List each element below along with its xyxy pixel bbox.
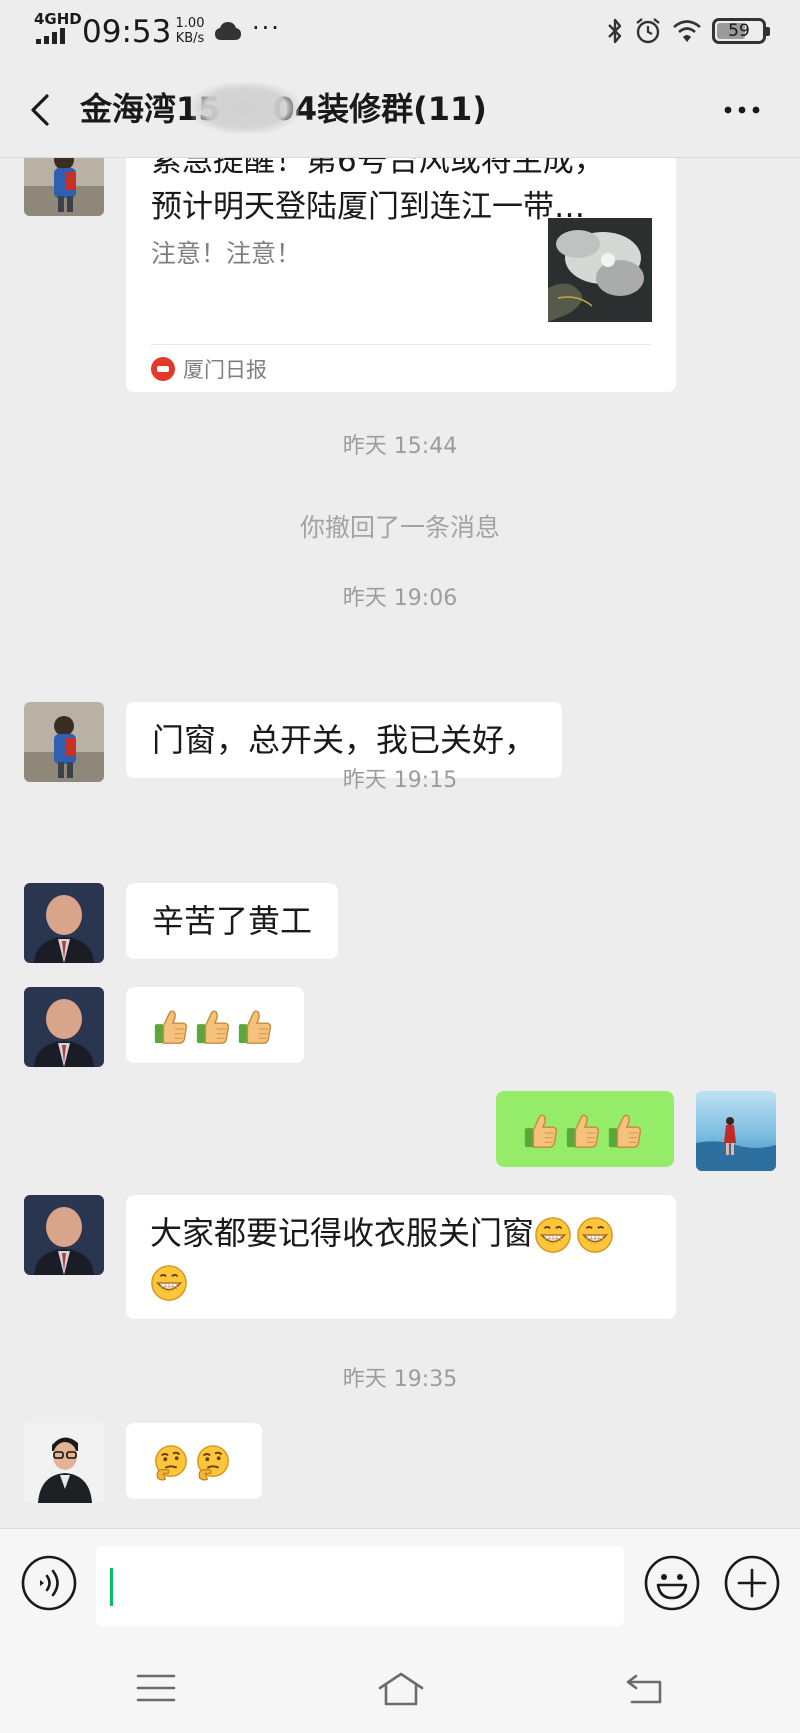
timestamp: 昨天 19:06 — [342, 586, 458, 611]
thumbs-up-icon — [606, 1112, 644, 1150]
my-emoji-message-bubble[interactable] — [496, 1091, 674, 1167]
home-icon[interactable] — [376, 1668, 426, 1708]
redaction-blur — [190, 83, 299, 133]
thumbs-up-icon — [236, 1008, 274, 1046]
system-nav-bar — [0, 1638, 800, 1733]
back-arrow-icon[interactable] — [22, 90, 62, 130]
status-time: 09:53 — [82, 14, 172, 50]
menu-icon[interactable] — [134, 1668, 178, 1708]
message-bubble[interactable]: 辛苦了黄工 — [126, 883, 339, 959]
message-bubble[interactable]: 大家都要记得收衣服关门窗 — [126, 1195, 676, 1319]
status-more: ··· — [252, 14, 281, 42]
thinking-emoji-icon — [194, 1444, 232, 1482]
speed-value: 1.00 — [175, 16, 205, 31]
avatar-sender-man[interactable] — [24, 883, 104, 963]
group-title[interactable]: 金海湾15 04装修群(11) — [80, 83, 487, 133]
bluetooth-icon — [608, 18, 622, 44]
cloud-icon — [215, 22, 241, 40]
thumbs-up-icon — [152, 1008, 190, 1046]
alarm-icon — [636, 18, 660, 44]
chat-area[interactable]: 紧急提醒！第6号台风或将生成， 预计明天登陆厦门到连江一带… 注意！注意！ 厦门… — [0, 158, 800, 1528]
grin-emoji-icon — [150, 1264, 188, 1302]
voice-icon[interactable] — [20, 1554, 78, 1612]
message-text: 大家都要记得收衣服关门窗 — [150, 1214, 535, 1252]
avatar-sender-child[interactable] — [24, 158, 104, 216]
network-speed: 1.00 KB/s — [172, 16, 208, 46]
grin-emoji-icon — [576, 1216, 614, 1254]
back-nav-icon[interactable] — [622, 1668, 666, 1708]
grin-emoji-icon — [534, 1216, 572, 1254]
thumbs-up-icon — [522, 1112, 560, 1150]
battery-icon: 59 — [712, 18, 770, 44]
status-right-icons: 59 — [606, 16, 770, 46]
timestamp: 昨天 15:44 — [342, 434, 458, 459]
thinking-emoji-icon — [152, 1444, 190, 1482]
emoji-icon[interactable] — [643, 1554, 701, 1612]
article-card[interactable]: 紧急提醒！第6号台风或将生成， 预计明天登陆厦门到连江一带… 注意！注意！ 厦门… — [126, 158, 676, 392]
input-bar — [0, 1528, 800, 1638]
article-source-name: 厦门日报 — [183, 358, 267, 382]
group-title-suffix: 04装修群(11) — [272, 90, 487, 128]
avatar-sender-man[interactable] — [24, 1195, 104, 1275]
wifi-icon — [673, 20, 701, 42]
battery-level: 59 — [728, 21, 750, 41]
message-input[interactable] — [96, 1546, 624, 1626]
avatar-sender-man[interactable] — [24, 987, 104, 1067]
card-divider — [151, 344, 651, 345]
article-description: 注意！注意！ — [151, 239, 302, 268]
article-thumbnail — [548, 218, 652, 322]
thumbs-up-icon — [564, 1112, 602, 1150]
text-caret — [110, 1568, 113, 1606]
recall-notice[interactable]: 你撤回了一条消息 — [0, 508, 800, 544]
timestamp: 昨天 19:35 — [342, 1367, 458, 1392]
avatar-sender-glasses[interactable] — [24, 1423, 104, 1503]
plus-icon[interactable] — [723, 1554, 781, 1612]
thumbs-up-icon — [194, 1008, 232, 1046]
emoji-message-bubble[interactable] — [126, 987, 304, 1063]
avatar-self[interactable] — [696, 1091, 776, 1171]
chat-header: 金海湾15 04装修群(11) — [0, 62, 800, 158]
speed-unit: KB/s — [175, 31, 205, 46]
article-source: 厦门日报 — [151, 354, 267, 384]
network-type: 4GHD — [34, 10, 82, 28]
signal-icon — [36, 28, 70, 44]
article-title-line1: 紧急提醒！第6号台风或将生成， — [151, 158, 605, 179]
more-icon[interactable] — [722, 92, 762, 128]
emoji-message-bubble[interactable] — [126, 1423, 262, 1499]
timestamp: 昨天 19:15 — [342, 768, 458, 793]
status-bar: 4GHD 09:53 1.00 KB/s ··· 59 — [0, 0, 800, 62]
newspaper-logo-icon — [151, 357, 175, 381]
